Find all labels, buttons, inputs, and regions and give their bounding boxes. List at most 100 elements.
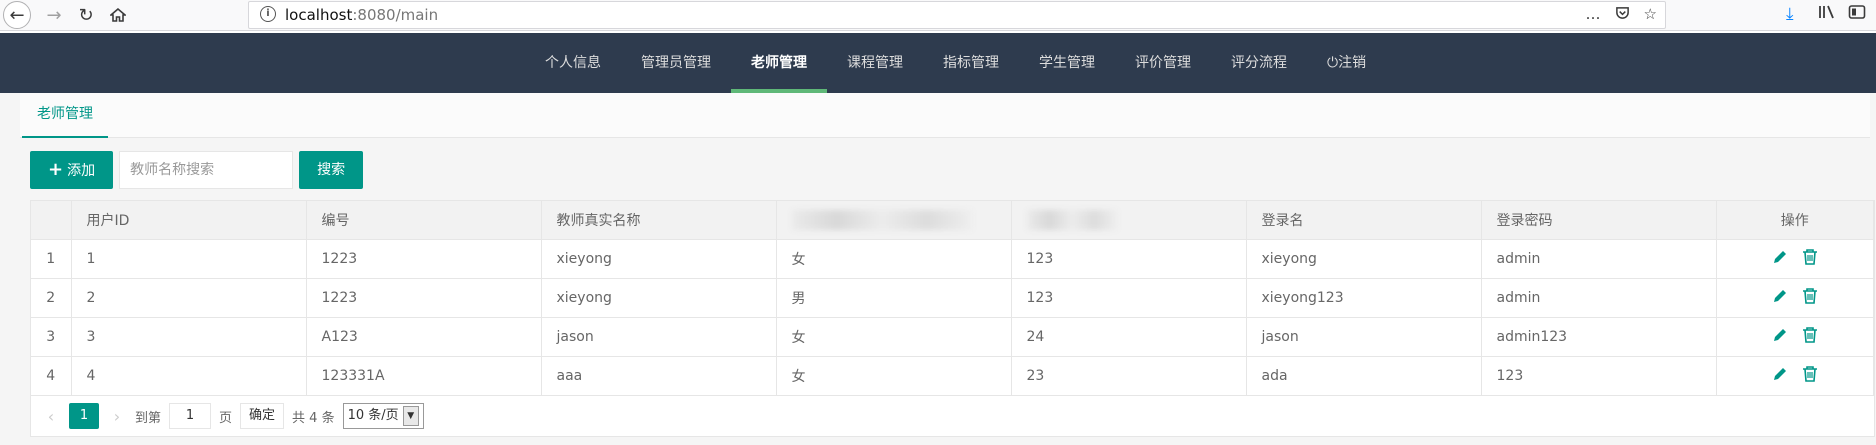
page-size-value: 10 条/页 xyxy=(347,408,399,423)
back-arrow-icon[interactable]: ← xyxy=(3,1,31,29)
cell-actions xyxy=(1716,239,1874,279)
app-header: 个人信息 管理员管理 老师管理 课程管理 指标管理 学生管理 评价管理 评分流程… xyxy=(0,33,1876,93)
tab-bar: 老师管理 xyxy=(20,93,1870,138)
cell-number: 123331A xyxy=(306,356,542,396)
forward-arrow-icon[interactable]: → xyxy=(40,1,68,29)
cell-gender: 男 xyxy=(776,278,1012,318)
header-blurred-1[interactable] xyxy=(776,201,1012,240)
cell-user-id: 3 xyxy=(71,317,307,357)
cell-gender: 女 xyxy=(776,356,1012,396)
logout-label: 注销 xyxy=(1338,55,1367,71)
power-icon: ⏻ xyxy=(1327,55,1339,71)
page-actions-icon[interactable]: … xyxy=(1586,5,1601,24)
cell-value: 123 xyxy=(1011,239,1247,279)
goto-label: 到第 xyxy=(135,410,162,426)
url-text: localhost:8080/main xyxy=(285,6,438,24)
pocket-icon[interactable] xyxy=(1615,5,1630,24)
delete-trash-icon[interactable] xyxy=(1801,326,1819,348)
nav-item-teachers[interactable]: 老师管理 xyxy=(731,33,827,93)
cell-value: 123 xyxy=(1011,278,1247,318)
cell-real-name: aaa xyxy=(541,356,777,396)
header-number[interactable]: 编号 xyxy=(306,201,542,240)
page-content: 老师管理 +添加 搜索 用户ID 编号 教师真实名称 登录名 登录密码 xyxy=(0,93,1876,445)
reload-icon[interactable]: ↻ xyxy=(72,1,100,29)
sidebar-icon[interactable] xyxy=(1848,4,1866,25)
cell-login-name: xieyong123 xyxy=(1246,278,1482,318)
info-icon[interactable]: i xyxy=(260,6,276,22)
library-icon[interactable] xyxy=(1818,4,1836,25)
search-button[interactable]: 搜索 xyxy=(299,151,364,189)
next-page-icon[interactable]: › xyxy=(107,407,127,426)
table-row: 2 2 1223 xieyong 男 123 xieyong123 admin xyxy=(31,278,1874,318)
header-blurred-2[interactable] xyxy=(1011,201,1247,240)
delete-trash-icon[interactable] xyxy=(1801,248,1819,270)
table-header-row: 用户ID 编号 教师真实名称 登录名 登录密码 操作 xyxy=(31,201,1874,240)
nav-item-logout[interactable]: ⏻注销 xyxy=(1307,33,1386,93)
add-button[interactable]: + 添加 xyxy=(30,151,114,189)
cell-login-name: jason xyxy=(1246,317,1482,357)
cell-real-name: xieyong xyxy=(541,239,777,279)
header-real-name[interactable]: 教师真实名称 xyxy=(541,201,777,240)
table-row: 4 4 123331A aaa 女 23 ada 123 xyxy=(31,356,1874,396)
row-index: 4 xyxy=(31,356,72,396)
cell-gender: 女 xyxy=(776,317,1012,357)
row-index: 3 xyxy=(31,317,72,357)
goto-page-input[interactable]: 1 xyxy=(169,403,212,429)
total-count: 共 4 条 xyxy=(292,410,335,426)
add-button-label: 添加 xyxy=(67,163,96,179)
edit-pencil-icon[interactable] xyxy=(1771,248,1789,270)
header-login-name[interactable]: 登录名 xyxy=(1246,201,1482,240)
header-user-id[interactable]: 用户ID xyxy=(71,201,307,240)
cell-login-password: admin xyxy=(1481,278,1717,318)
header-index xyxy=(31,201,72,240)
cell-number: A123 xyxy=(306,317,542,357)
nav-item-profile[interactable]: 个人信息 xyxy=(525,33,621,93)
url-host: localhost xyxy=(285,6,353,24)
home-icon[interactable] xyxy=(104,1,132,29)
row-index: 2 xyxy=(31,278,72,318)
page-1-button[interactable]: 1 xyxy=(69,403,99,429)
teacher-table: 用户ID 编号 教师真实名称 登录名 登录密码 操作 1 1 1223 xiey… xyxy=(30,200,1875,437)
cell-number: 1223 xyxy=(306,239,542,279)
address-bar[interactable]: i localhost:8080/main … ☆ xyxy=(248,1,1666,29)
cell-gender: 女 xyxy=(776,239,1012,279)
cell-user-id: 1 xyxy=(71,239,307,279)
plus-icon: + xyxy=(48,159,64,180)
edit-pencil-icon[interactable] xyxy=(1771,365,1789,387)
cell-actions xyxy=(1716,356,1874,396)
nav-item-indicators[interactable]: 指标管理 xyxy=(923,33,1019,93)
nav-item-admins[interactable]: 管理员管理 xyxy=(621,33,731,93)
cell-login-password: 123 xyxy=(1481,356,1717,396)
cell-login-password: admin123 xyxy=(1481,317,1717,357)
edit-pencil-icon[interactable] xyxy=(1771,326,1789,348)
edit-pencil-icon[interactable] xyxy=(1771,287,1789,309)
prev-page-icon[interactable]: ‹ xyxy=(41,407,61,426)
tab-teacher-management[interactable]: 老师管理 xyxy=(22,93,108,138)
cell-user-id: 2 xyxy=(71,278,307,318)
main-nav: 个人信息 管理员管理 老师管理 课程管理 指标管理 学生管理 评价管理 评分流程… xyxy=(525,33,1386,93)
nav-item-scoring-flow[interactable]: 评分流程 xyxy=(1211,33,1307,93)
nav-item-evaluations[interactable]: 评价管理 xyxy=(1115,33,1211,93)
page-size-select[interactable]: 10 条/页 ▼ xyxy=(342,403,424,429)
confirm-page-button[interactable]: 确定 xyxy=(240,403,285,429)
header-login-password[interactable]: 登录密码 xyxy=(1481,201,1717,240)
header-actions: 操作 xyxy=(1716,201,1874,240)
cell-login-name: xieyong xyxy=(1246,239,1482,279)
table-row: 1 1 1223 xieyong 女 123 xieyong admin xyxy=(31,239,1874,279)
nav-item-students[interactable]: 学生管理 xyxy=(1019,33,1115,93)
delete-trash-icon[interactable] xyxy=(1801,287,1819,309)
browser-toolbar: ← → ↻ i localhost:8080/main … ☆ ⤓ xyxy=(0,0,1876,31)
cell-real-name: xieyong xyxy=(541,278,777,318)
pagination: ‹ 1 › 到第 1 页 确定 共 4 条 10 条/页 ▼ xyxy=(31,396,1874,436)
download-icon[interactable]: ⤓ xyxy=(1786,4,1794,24)
teacher-search-input[interactable] xyxy=(119,151,294,189)
delete-trash-icon[interactable] xyxy=(1801,365,1819,387)
cell-value: 24 xyxy=(1011,317,1247,357)
star-icon[interactable]: ☆ xyxy=(1644,5,1657,24)
cell-login-name: ada xyxy=(1246,356,1482,396)
page-unit-label: 页 xyxy=(219,410,233,426)
nav-item-courses[interactable]: 课程管理 xyxy=(827,33,923,93)
cell-actions xyxy=(1716,317,1874,357)
cell-login-password: admin xyxy=(1481,239,1717,279)
cell-user-id: 4 xyxy=(71,356,307,396)
